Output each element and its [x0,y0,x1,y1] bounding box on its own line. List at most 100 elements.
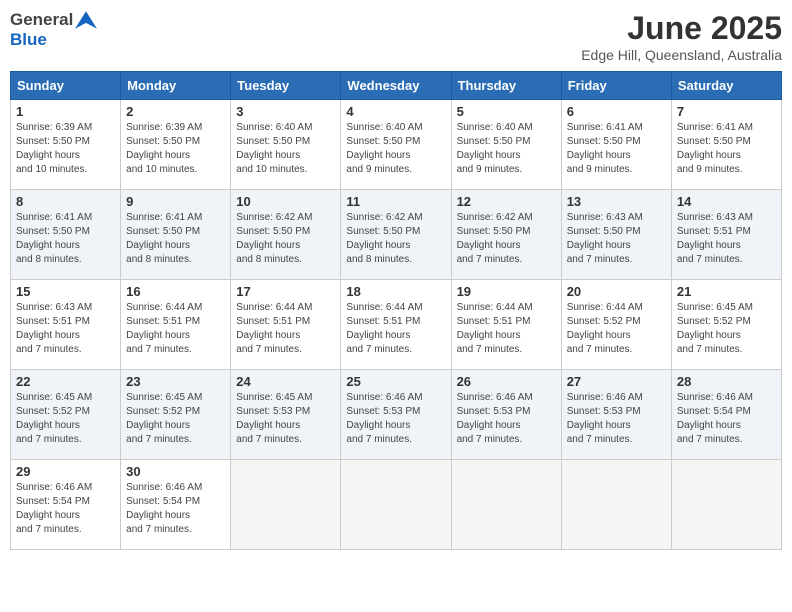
day-info: Sunrise: 6:40 AMSunset: 5:50 PMDaylight … [346,121,445,177]
header-sunday: Sunday [11,72,121,100]
calendar-cell [671,460,781,550]
calendar-cell: 7 Sunrise: 6:41 AMSunset: 5:50 PMDaylight… [671,100,781,190]
calendar-cell: 17 Sunrise: 6:44 AMSunset: 5:51 PMDayligh… [231,280,341,370]
day-info: Sunrise: 6:45 AMSunset: 5:52 PMDaylight … [16,391,115,447]
day-info: Sunrise: 6:42 AMSunset: 5:50 PMDaylight … [236,211,335,267]
day-info: Sunrise: 6:43 AMSunset: 5:51 PMDaylight … [16,301,115,357]
logo-general: General [10,10,73,30]
day-info: Sunrise: 6:41 AMSunset: 5:50 PMDaylight … [126,211,225,267]
header-friday: Friday [561,72,671,100]
day-info: Sunrise: 6:40 AMSunset: 5:50 PMDaylight … [236,121,335,177]
location-title: Edge Hill, Queensland, Australia [581,47,782,63]
calendar-cell: 8 Sunrise: 6:41 AMSunset: 5:50 PMDaylight… [11,190,121,280]
day-info: Sunrise: 6:44 AMSunset: 5:51 PMDaylight … [346,301,445,357]
day-number: 9 [126,194,225,209]
week-row-4: 22 Sunrise: 6:45 AMSunset: 5:52 PMDayligh… [11,370,782,460]
day-number: 19 [457,284,556,299]
day-info: Sunrise: 6:39 AMSunset: 5:50 PMDaylight … [126,121,225,177]
day-number: 18 [346,284,445,299]
day-info: Sunrise: 6:46 AMSunset: 5:54 PMDaylight … [16,481,115,537]
calendar-cell: 12 Sunrise: 6:42 AMSunset: 5:50 PMDayligh… [451,190,561,280]
day-number: 8 [16,194,115,209]
day-number: 27 [567,374,666,389]
calendar-cell: 25Sunrise: 6:46 AMSunset: 5:53 PMDayligh… [341,370,451,460]
day-number: 14 [677,194,776,209]
day-number: 7 [677,104,776,119]
calendar-cell [561,460,671,550]
week-row-2: 8 Sunrise: 6:41 AMSunset: 5:50 PMDaylight… [11,190,782,280]
day-info: Sunrise: 6:41 AMSunset: 5:50 PMDaylight … [567,121,666,177]
calendar-cell: 23Sunrise: 6:45 AMSunset: 5:52 PMDayligh… [121,370,231,460]
day-number: 20 [567,284,666,299]
calendar-cell: 6 Sunrise: 6:41 AMSunset: 5:50 PMDaylight… [561,100,671,190]
header-saturday: Saturday [671,72,781,100]
day-number: 15 [16,284,115,299]
calendar-cell: 27 Sunrise: 6:46 AMSunset: 5:53 PMDayligh… [561,370,671,460]
calendar-cell: 15 Sunrise: 6:43 AMSunset: 5:51 PMDayligh… [11,280,121,370]
day-number: 6 [567,104,666,119]
header-thursday: Thursday [451,72,561,100]
day-number: 21 [677,284,776,299]
day-info: Sunrise: 6:42 AMSunset: 5:50 PMDaylight … [457,211,556,267]
calendar-header-row: SundayMondayTuesdayWednesdayThursdayFrid… [11,72,782,100]
logo: General Blue [10,10,97,50]
day-info: Sunrise: 6:41 AMSunset: 5:50 PMDaylight … [677,121,776,177]
calendar-cell: 18 Sunrise: 6:44 AMSunset: 5:51 PMDayligh… [341,280,451,370]
calendar: SundayMondayTuesdayWednesdayThursdayFrid… [10,71,782,550]
week-row-1: 1Sunrise: 6:39 AMSunset: 5:50 PMDaylight… [11,100,782,190]
day-number: 24 [236,374,335,389]
calendar-cell: 9 Sunrise: 6:41 AMSunset: 5:50 PMDaylight… [121,190,231,280]
calendar-cell: 26Sunrise: 6:46 AMSunset: 5:53 PMDayligh… [451,370,561,460]
calendar-cell: 29 Sunrise: 6:46 AMSunset: 5:54 PMDayligh… [11,460,121,550]
calendar-cell: 10 Sunrise: 6:42 AMSunset: 5:50 PMDayligh… [231,190,341,280]
day-number: 13 [567,194,666,209]
day-number: 12 [457,194,556,209]
day-info: Sunrise: 6:44 AMSunset: 5:51 PMDaylight … [126,301,225,357]
calendar-cell: 24 Sunrise: 6:45 AMSunset: 5:53 PMDayligh… [231,370,341,460]
day-info: Sunrise: 6:46 AMSunset: 5:53 PMDaylight … [457,391,556,447]
day-info: Sunrise: 6:45 AMSunset: 5:53 PMDaylight … [236,391,335,447]
day-info: Sunrise: 6:42 AMSunset: 5:50 PMDaylight … [346,211,445,267]
day-number: 2 [126,104,225,119]
day-number: 25 [346,374,445,389]
calendar-cell: 19 Sunrise: 6:44 AMSunset: 5:51 PMDayligh… [451,280,561,370]
header-monday: Monday [121,72,231,100]
day-info: Sunrise: 6:43 AMSunset: 5:51 PMDaylight … [677,211,776,267]
month-title: June 2025 [581,10,782,47]
day-info: Sunrise: 6:45 AMSunset: 5:52 PMDaylight … [677,301,776,357]
day-number: 29 [16,464,115,479]
day-info: Sunrise: 6:46 AMSunset: 5:54 PMDaylight … [677,391,776,447]
week-row-3: 15 Sunrise: 6:43 AMSunset: 5:51 PMDayligh… [11,280,782,370]
calendar-cell: 2 Sunrise: 6:39 AMSunset: 5:50 PMDaylight… [121,100,231,190]
calendar-cell: 5Sunrise: 6:40 AMSunset: 5:50 PMDaylight… [451,100,561,190]
day-number: 30 [126,464,225,479]
calendar-cell: 21 Sunrise: 6:45 AMSunset: 5:52 PMDayligh… [671,280,781,370]
calendar-cell: 3Sunrise: 6:40 AMSunset: 5:50 PMDaylight… [231,100,341,190]
day-number: 28 [677,374,776,389]
calendar-cell: 16Sunrise: 6:44 AMSunset: 5:51 PMDayligh… [121,280,231,370]
day-number: 10 [236,194,335,209]
header-tuesday: Tuesday [231,72,341,100]
day-info: Sunrise: 6:40 AMSunset: 5:50 PMDaylight … [457,121,556,177]
calendar-cell: 22 Sunrise: 6:45 AMSunset: 5:52 PMDayligh… [11,370,121,460]
calendar-cell: 30 Sunrise: 6:46 AMSunset: 5:54 PMDayligh… [121,460,231,550]
day-number: 22 [16,374,115,389]
title-area: June 2025 Edge Hill, Queensland, Austral… [581,10,782,63]
calendar-cell: 13Sunrise: 6:43 AMSunset: 5:50 PMDayligh… [561,190,671,280]
day-info: Sunrise: 6:41 AMSunset: 5:50 PMDaylight … [16,211,115,267]
day-number: 11 [346,194,445,209]
calendar-cell: 20Sunrise: 6:44 AMSunset: 5:52 PMDayligh… [561,280,671,370]
header: General Blue June 2025 Edge Hill, Queens… [10,10,782,63]
calendar-cell: 1Sunrise: 6:39 AMSunset: 5:50 PMDaylight… [11,100,121,190]
day-info: Sunrise: 6:44 AMSunset: 5:51 PMDaylight … [236,301,335,357]
day-number: 17 [236,284,335,299]
logo-blue: Blue [10,30,47,49]
day-info: Sunrise: 6:39 AMSunset: 5:50 PMDaylight … [16,121,115,177]
day-info: Sunrise: 6:44 AMSunset: 5:51 PMDaylight … [457,301,556,357]
calendar-cell [341,460,451,550]
day-info: Sunrise: 6:46 AMSunset: 5:54 PMDaylight … [126,481,225,537]
header-wednesday: Wednesday [341,72,451,100]
day-number: 23 [126,374,225,389]
logo-icon [75,11,97,29]
day-info: Sunrise: 6:46 AMSunset: 5:53 PMDaylight … [567,391,666,447]
